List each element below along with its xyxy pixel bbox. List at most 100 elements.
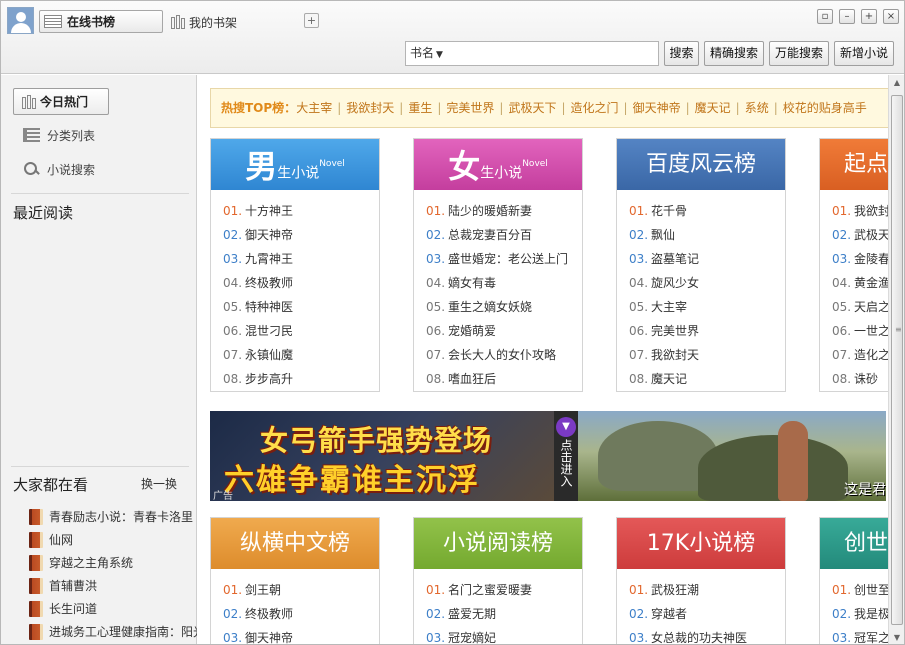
ranking-item[interactable]: 02. 我是极 (832, 602, 888, 626)
ranking-item[interactable]: 01. 武极狂潮 (629, 578, 785, 602)
hot-keyword-link[interactable]: 御天神帝 (633, 101, 681, 115)
ranking-item[interactable]: 07. 会长大人的女仆攻略 (426, 343, 582, 367)
ranking-item[interactable]: 05. 特种神医 (223, 295, 379, 319)
list-item[interactable]: 长生问道 (29, 597, 197, 620)
ranking-item[interactable]: 06. 混世刁民 (223, 319, 379, 343)
scrollbar-thumb[interactable]: ≡ (891, 95, 903, 625)
minimize-icon[interactable]: – (839, 9, 855, 24)
ranking-item[interactable]: 03. 金陵春 (832, 247, 888, 271)
board-header[interactable]: 百度风云榜 (617, 139, 785, 190)
restore-icon[interactable]: ▫ (817, 9, 833, 24)
board-header[interactable]: 创世 (820, 518, 888, 569)
ranking-item[interactable]: 03. 冠军之 (832, 626, 888, 644)
ranking-item[interactable]: 02. 飘仙 (629, 223, 785, 247)
list-item[interactable]: 进城务工心理健康指南：阳光 (29, 620, 197, 643)
board-header[interactable]: 起点 (820, 139, 888, 190)
board-header[interactable]: 男生小说Novel (211, 139, 379, 190)
ranking-item[interactable]: 05. 重生之嫡女妖娆 (426, 295, 582, 319)
ranking-item[interactable]: 06. 宠婚萌爱 (426, 319, 582, 343)
tab-online-rankings[interactable]: 在线书榜 (39, 10, 163, 33)
close-icon[interactable]: × (883, 9, 899, 24)
hot-keyword-link[interactable]: 系统 (745, 101, 769, 115)
ranking-item[interactable]: 02. 终极教师 (223, 602, 379, 626)
ranking-item[interactable]: 02. 御天神帝 (223, 223, 379, 247)
rank-number: 02. (223, 228, 243, 242)
ranking-item[interactable]: 08. 诛砂 (832, 367, 888, 391)
ranking-item[interactable]: 07. 我欲封天 (629, 343, 785, 367)
ranking-item[interactable]: 01. 剑王朝 (223, 578, 379, 602)
board-header[interactable]: 小说阅读榜 (414, 518, 582, 569)
book-title: 仙网 (49, 533, 74, 547)
add-tab-button[interactable]: + (304, 13, 319, 28)
ranking-item[interactable]: 04. 黄金渔 (832, 271, 888, 295)
main-content: 热搜TOP榜：大主宰 | 我欲封天 | 重生 | 完美世界 | 武极天下 | 造化之门 | 御天神帝 | 魔… (198, 75, 888, 644)
hot-keyword-link[interactable]: 校花的贴身高手 (783, 101, 867, 115)
refresh-link[interactable]: 换一换 (141, 475, 177, 492)
ranking-item[interactable]: 03. 盛世婚宠：老公送上门 (426, 247, 582, 271)
hot-keyword-link[interactable]: 我欲封天 (346, 101, 394, 115)
ranking-item[interactable]: 05. 大主宰 (629, 295, 785, 319)
ranking-item[interactable]: 04. 终极教师 (223, 271, 379, 295)
ranking-item[interactable]: 01. 花千骨 (629, 199, 785, 223)
ranking-item[interactable]: 02. 总裁宠妻百分百 (426, 223, 582, 247)
list-item[interactable]: 青春励志小说：青春卡洛里 (29, 505, 197, 528)
hot-keyword-link[interactable]: 大主宰 (296, 101, 332, 115)
board-male-novel: 男生小说Novel 01. 十方神王 02. 御天神帝 03. 九霄神王 04. 终极教师 05… (210, 138, 380, 392)
ranking-item[interactable]: 02. 盛爱无期 (426, 602, 582, 626)
board-header[interactable]: 女生小说Novel (414, 139, 582, 190)
ranking-item[interactable]: 08. 嗜血狂后 (426, 367, 582, 391)
board-header[interactable]: 17K小说榜 (617, 518, 785, 569)
hot-keyword-link[interactable]: 重生 (408, 101, 432, 115)
ranking-item[interactable]: 07. 永镇仙魔 (223, 343, 379, 367)
ranking-item[interactable]: 04. 嫡女有毒 (426, 271, 582, 295)
list-item[interactable]: 穿越之主角系统 (29, 551, 197, 574)
ranking-item[interactable]: 03. 九霄神王 (223, 247, 379, 271)
board-header[interactable]: 纵横中文榜 (211, 518, 379, 569)
user-avatar[interactable] (7, 7, 34, 34)
ranking-item[interactable]: 01. 十方神王 (223, 199, 379, 223)
rank-number: 01. (223, 583, 243, 597)
ranking-item[interactable]: 04. 旋风少女 (629, 271, 785, 295)
ranking-item[interactable]: 02. 穿越者 (629, 602, 785, 626)
ranking-item[interactable]: 05. 天启之 (832, 295, 888, 319)
search-button[interactable]: 搜索 (664, 41, 699, 66)
ad-banner[interactable]: 女弓箭手强势登场 六雄争霸谁主沉浮 广告 ▼ 点击进入 这是君 (210, 411, 886, 501)
sidebar-item-category-list[interactable]: 分类列表 (23, 125, 95, 145)
vertical-scrollbar[interactable]: ▲ ≡ ▼ (888, 75, 904, 644)
ranking-item[interactable]: 01. 创世至 (832, 578, 888, 602)
sidebar-item-novel-search[interactable]: 小说搜索 (23, 159, 95, 179)
ranking-item[interactable]: 07. 造化之 (832, 343, 888, 367)
ranking-item[interactable]: 03. 盗墓笔记 (629, 247, 785, 271)
rank-number: 02. (629, 228, 649, 242)
list-item[interactable]: 仙网 (29, 528, 197, 551)
ranking-item[interactable]: 06. 完美世界 (629, 319, 785, 343)
scroll-up-icon[interactable]: ▲ (892, 78, 902, 88)
ranking-item[interactable]: 08. 魔天记 (629, 367, 785, 391)
search-field-select[interactable]: 书名 ▼ (405, 41, 659, 66)
book-icon (29, 600, 43, 617)
hot-keyword-link[interactable]: 武极天下 (508, 101, 556, 115)
sidebar-item-today-hot[interactable]: 今日热门 (13, 88, 109, 115)
ranking-item[interactable]: 08. 步步高升 (223, 367, 379, 391)
ranking-item[interactable]: 03. 冠宠嫡妃 (426, 626, 582, 644)
separator: | (499, 101, 504, 115)
exact-search-button[interactable]: 精确搜索 (704, 41, 764, 66)
ranking-item[interactable]: 01. 陆少的暖婚新妻 (426, 199, 582, 223)
maximize-icon[interactable]: + (861, 9, 877, 24)
ad-click-entry[interactable]: ▼ 点击进入 (554, 411, 578, 501)
ranking-item[interactable]: 03. 女总裁的功夫神医 (629, 626, 785, 644)
hot-keyword-link[interactable]: 完美世界 (446, 101, 494, 115)
hot-keyword-link[interactable]: 魔天记 (695, 101, 731, 115)
universal-search-button[interactable]: 万能搜索 (769, 41, 829, 66)
ranking-item[interactable]: 01. 我欲封 (832, 199, 888, 223)
ranking-item[interactable]: 02. 武极天 (832, 223, 888, 247)
tab-my-bookshelf[interactable]: 我的书架 (171, 12, 237, 32)
ranking-item[interactable]: 03. 御天神帝 (223, 626, 379, 644)
add-novel-button[interactable]: 新增小说 (834, 41, 894, 66)
ranking-item[interactable]: 01. 名门之蜜爱暖妻 (426, 578, 582, 602)
list-icon (44, 15, 62, 28)
list-item[interactable]: 首辅曹洪 (29, 574, 197, 597)
ranking-item[interactable]: 06. 一世之 (832, 319, 888, 343)
scroll-down-icon[interactable]: ▼ (892, 633, 902, 643)
hot-keyword-link[interactable]: 造化之门 (571, 101, 619, 115)
